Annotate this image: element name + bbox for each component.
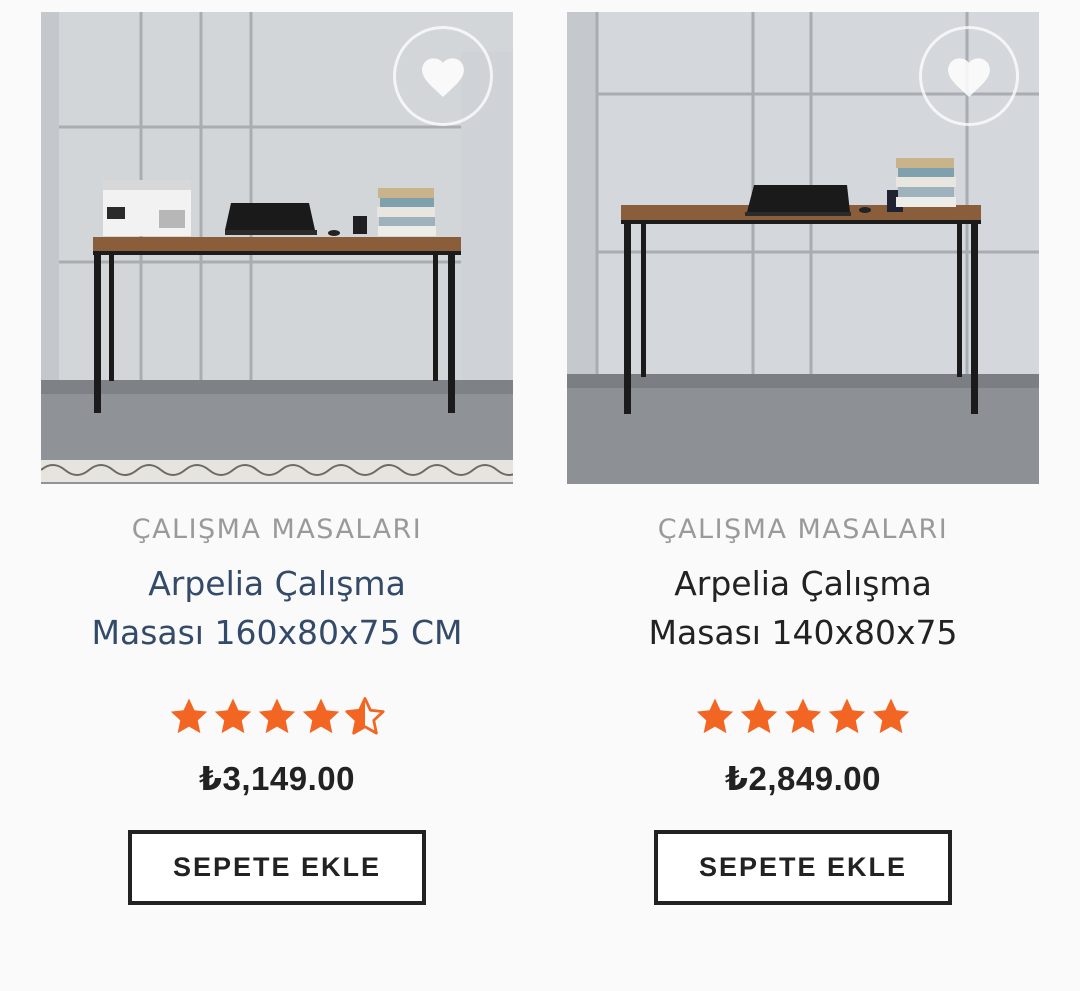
product-price: ₺2,849.00: [725, 760, 881, 797]
product-image[interactable]: [567, 12, 1039, 484]
wishlist-button[interactable]: [393, 26, 493, 126]
star-icon: [345, 697, 385, 735]
product-category[interactable]: ÇALIŞMA MASALARI: [567, 514, 1039, 545]
product-title-line2[interactable]: Masası 160x80x75 CM: [92, 613, 463, 652]
star-icon: [258, 698, 296, 734]
product-title[interactable]: Arpelia Çalışma Masası 140x80x75: [623, 559, 983, 657]
rating-stars: [567, 695, 1039, 737]
product-image[interactable]: [41, 12, 513, 484]
wishlist-button[interactable]: [919, 26, 1019, 126]
product-category[interactable]: ÇALIŞMA MASALARI: [41, 514, 513, 545]
product-card: ÇALIŞMA MASALARI Arpelia Çalışma Masası …: [567, 12, 1039, 905]
product-title-line2[interactable]: Masası 140x80x75: [649, 613, 958, 652]
product-price: ₺3,149.00: [199, 760, 355, 797]
product-title-line1[interactable]: Arpelia Çalışma: [148, 564, 406, 603]
star-icon: [784, 698, 822, 734]
heart-icon: [422, 58, 464, 97]
heart-icon: [948, 58, 990, 97]
add-to-cart-button[interactable]: SEPETE EKLE: [654, 830, 952, 905]
product-card: ÇALIŞMA MASALARI Arpelia Çalışma Masası …: [41, 12, 513, 905]
star-icon: [828, 698, 866, 734]
rating-stars: [41, 695, 513, 737]
star-icon: [740, 698, 778, 734]
star-icon: [170, 698, 208, 734]
star-icon: [214, 698, 252, 734]
star-icon: [696, 698, 734, 734]
product-title[interactable]: Arpelia Çalışma Masası 160x80x75 CM: [67, 559, 487, 657]
product-grid: ÇALIŞMA MASALARI Arpelia Çalışma Masası …: [0, 0, 1080, 991]
product-title-line1[interactable]: Arpelia Çalışma: [674, 564, 932, 603]
star-icon: [872, 698, 910, 734]
star-icon: [302, 698, 340, 734]
add-to-cart-button[interactable]: SEPETE EKLE: [128, 830, 426, 905]
